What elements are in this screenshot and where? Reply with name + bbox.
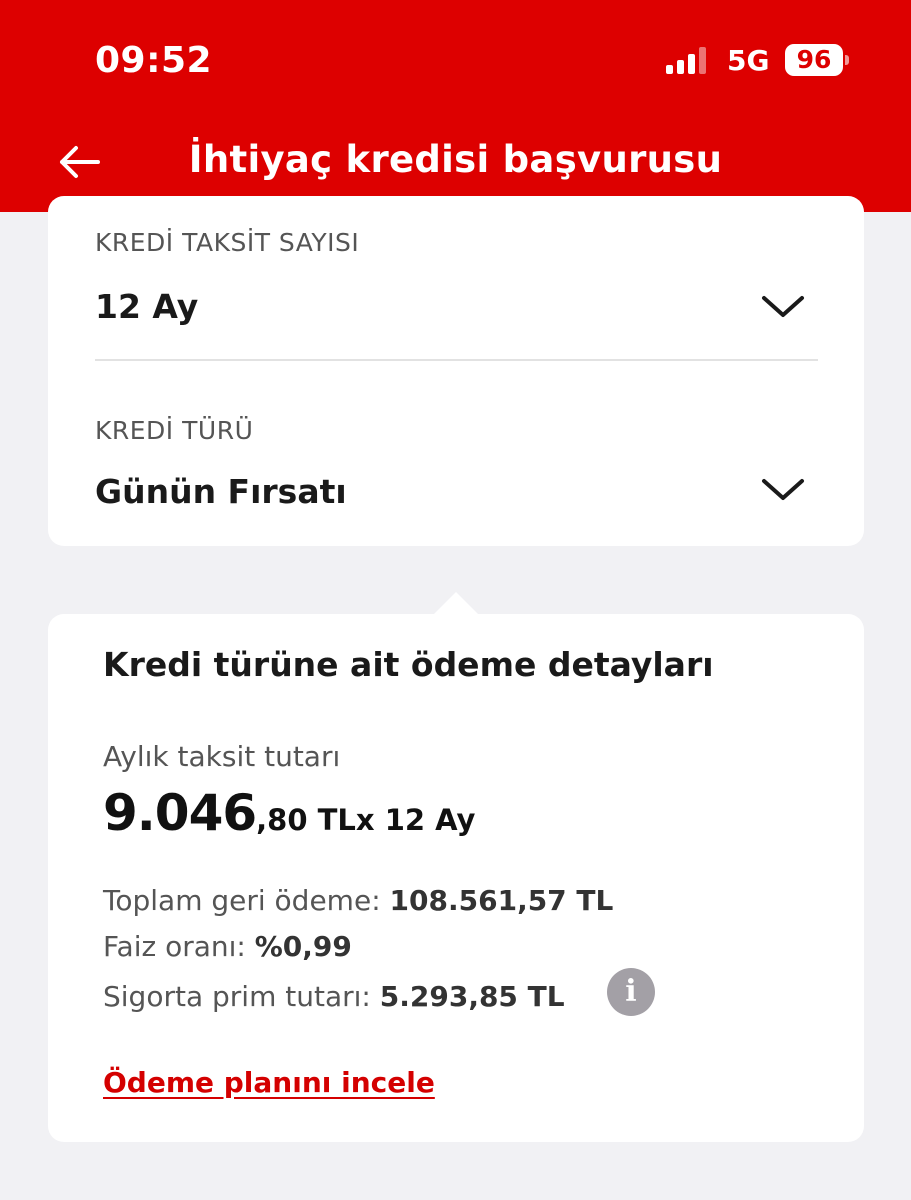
- network-label: 5G: [727, 44, 770, 77]
- divider: [95, 359, 818, 361]
- amount-integer: 9.046: [103, 784, 257, 842]
- total-repayment-row: Toplam geri ödeme: 108.561,57 TL: [103, 884, 613, 917]
- credit-type-label: KREDİ TÜRÜ: [95, 416, 254, 445]
- signal-icon: [666, 46, 710, 74]
- info-icon[interactable]: i: [607, 968, 655, 1016]
- battery-tip: [845, 55, 849, 65]
- amount-decimal: ,80 TL: [256, 803, 356, 837]
- details-title: Kredi türüne ait ödeme detayları: [103, 645, 714, 684]
- interest-rate-label: Faiz oranı:: [103, 930, 246, 963]
- total-repayment-label: Toplam geri ödeme:: [103, 884, 381, 917]
- card-pointer: [432, 592, 480, 616]
- interest-rate-value: %0,99: [254, 930, 352, 963]
- monthly-installment-label: Aylık taksit tutarı: [103, 740, 341, 773]
- payment-details-card: [48, 614, 864, 1142]
- insurance-premium-label: Sigorta prim tutarı:: [103, 980, 371, 1013]
- battery-icon: 96: [785, 44, 843, 76]
- installment-label: KREDİ TAKSİT SAYISI: [95, 228, 360, 257]
- insurance-premium-value: 5.293,85 TL: [379, 980, 565, 1013]
- credit-type-select[interactable]: Günün Fırsatı: [95, 472, 347, 511]
- monthly-installment-amount: 9.046,80 TLx 12 Ay: [103, 784, 475, 842]
- insurance-premium-row: Sigorta prim tutarı: 5.293,85 TL: [103, 980, 565, 1013]
- payment-plan-link[interactable]: Ödeme planını incele: [103, 1066, 435, 1099]
- total-repayment-value: 108.561,57 TL: [389, 884, 614, 917]
- status-time: 09:52: [95, 40, 213, 81]
- interest-rate-row: Faiz oranı: %0,99: [103, 930, 352, 963]
- installment-select[interactable]: 12 Ay: [95, 287, 198, 326]
- chevron-down-icon[interactable]: [760, 294, 806, 320]
- amount-term: x 12 Ay: [355, 803, 476, 837]
- page-title: İhtiyaç kredisi başvurusu: [188, 138, 723, 181]
- app-header: 09:52 5G 96 İhtiyaç kredisi başvurusu: [0, 0, 911, 212]
- chevron-down-icon[interactable]: [760, 477, 806, 503]
